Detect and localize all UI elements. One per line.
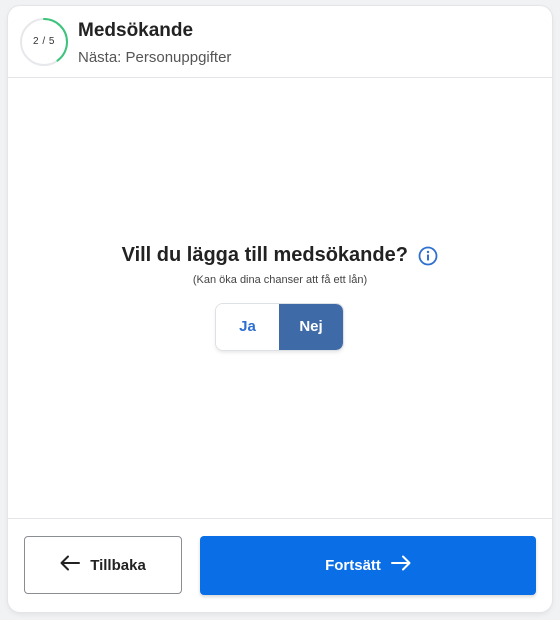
co-applicant-toggle: Ja Nej [216, 304, 343, 350]
info-icon[interactable] [418, 246, 438, 266]
step-indicator-text: 2 / 5 [33, 36, 55, 47]
step-progress-ring: 2 / 5 [19, 17, 69, 67]
arrow-left-icon [60, 555, 81, 576]
application-card: 2 / 5 Medsökande Nästa: Personuppgifter … [8, 6, 552, 612]
arrow-right-icon [390, 555, 411, 576]
toggle-option-no[interactable]: Nej [279, 304, 343, 350]
question-text: Vill du lägga till medsökande? [121, 244, 408, 266]
toggle-option-yes[interactable]: Ja [216, 304, 279, 350]
back-button-label: Tillbaka [90, 556, 146, 574]
next-step-label: Nästa: Personuppgifter [78, 49, 232, 66]
continue-button[interactable]: Fortsätt [200, 536, 536, 595]
navigation-footer: Tillbaka Fortsätt [8, 518, 552, 612]
question-hint: (Kan öka dina chanser att få ett lån) [192, 274, 368, 286]
question-row: Vill du lägga till medsökande? [8, 244, 552, 267]
step-header: 2 / 5 Medsökande Nästa: Personuppgifter [8, 6, 552, 78]
back-button[interactable]: Tillbaka [24, 536, 182, 594]
continue-button-label: Fortsätt [325, 557, 381, 574]
page-title: Medsökande [78, 20, 194, 41]
